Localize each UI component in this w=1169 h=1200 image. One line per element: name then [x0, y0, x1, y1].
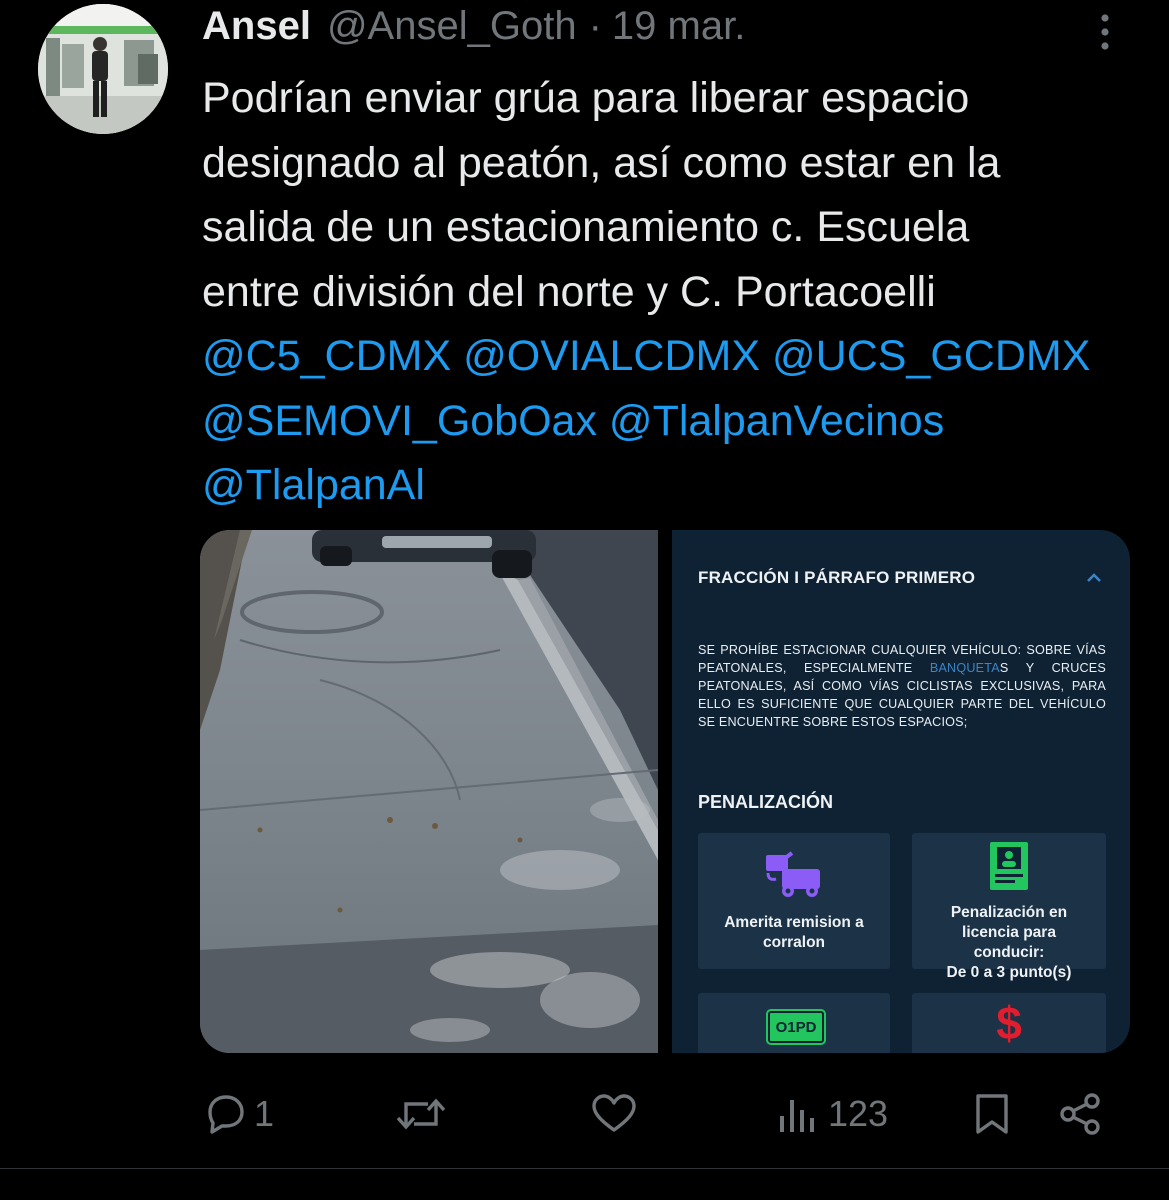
section-title: FRACCIÓN I PÁRRAFO PRIMERO: [698, 568, 976, 587]
license-plate-icon: O1PD: [766, 1009, 826, 1045]
tweet-text-line: designado al peatón, así como estar en l…: [202, 138, 1001, 187]
tweet-view: Ansel @Ansel_Goth · 19 mar. Podrían envi…: [0, 0, 1169, 1200]
views-button[interactable]: 123: [776, 1084, 888, 1144]
tow-truck-icon: [764, 851, 824, 906]
chevron-up-icon: [1082, 568, 1106, 588]
tweet-header: Ansel @Ansel_Goth · 19 mar.: [202, 4, 745, 60]
tweet-text-line: entre división del norte y C. Portacoell…: [202, 267, 936, 316]
license-label-line: licencia para: [962, 924, 1056, 941]
rule-text: SE PROHÍBE ESTACIONAR CUALQUIER VEHÍCULO…: [698, 641, 1106, 731]
reply-button[interactable]: 1: [202, 1084, 274, 1144]
license-label-line: De 0 a 3 punto(s): [946, 964, 1072, 981]
license-label-line: Penalización en: [950, 904, 1068, 921]
mention-link[interactable]: @C5_CDMX: [202, 332, 451, 380]
license-label-line: conducir:: [973, 944, 1045, 961]
share-icon: [1060, 1093, 1100, 1135]
more-options-icon[interactable]: [1090, 10, 1120, 54]
views-count: 123: [828, 1093, 889, 1134]
mention-link[interactable]: @OVIALCDMX: [463, 332, 760, 380]
mention-link[interactable]: @SEMOVI_GobOax: [202, 397, 597, 445]
mentions-line: @C5_CDMX @OVIALCDMX @UCS_GCDMX: [202, 324, 1162, 389]
author-name[interactable]: Ansel: [202, 4, 311, 49]
tweet-date[interactable]: 19 mar.: [612, 4, 745, 49]
author-avatar[interactable]: [38, 4, 168, 134]
penalty-card-license: Penalización en licencia para conducir: …: [912, 833, 1106, 981]
header-separator: ·: [588, 4, 602, 48]
mention-link[interactable]: @UCS_GCDMX: [772, 332, 1090, 380]
retweet-icon: [396, 1098, 446, 1130]
plate-text: O1PD: [775, 1018, 817, 1036]
share-button[interactable]: [1056, 1084, 1106, 1144]
heart-icon: [592, 1094, 636, 1132]
author-handle[interactable]: @Ansel_Goth: [327, 4, 577, 49]
penalty-card-tow: Amerita remision a corralon: [698, 833, 890, 969]
mentions-line: @SEMOVI_GobOax @TlalpanVecinos: [202, 389, 1162, 454]
reply-count: 1: [254, 1093, 275, 1134]
bookmark-icon: [976, 1094, 1008, 1134]
dollar-icon: $: [996, 997, 1022, 1049]
tow-label: Amerita remision a corralon: [724, 914, 864, 951]
penalty-title: PENALIZACIÓN: [698, 792, 833, 812]
media-gap: [658, 530, 672, 1053]
mention-link[interactable]: @TlalpanAl: [202, 461, 425, 509]
views-icon: [780, 1100, 814, 1132]
license-label: Penalización en licencia para conducir: …: [918, 903, 1100, 983]
rule-link: BANQUETA: [929, 661, 1000, 675]
tweet-text: Podrían enviar grúa para liberar espacio…: [202, 66, 1162, 518]
penalty-card-fine: $: [912, 993, 1106, 1053]
license-icon: [989, 841, 1029, 896]
penalty-card-plate: O1PD: [698, 993, 890, 1053]
mention-link[interactable]: @TlalpanVecinos: [609, 397, 944, 445]
tweet-media: FRACCIÓN I PÁRRAFO PRIMERO SE PROHÍBE ES…: [200, 530, 1130, 1053]
tweet-text-line: salida de un estacionamiento c. Escuela: [202, 203, 970, 251]
sidewalk-photo[interactable]: [200, 530, 659, 1053]
tweet-actions: 1 123: [0, 1084, 1169, 1144]
divider: [0, 1168, 1169, 1169]
bookmark-button[interactable]: [970, 1084, 1014, 1144]
reply-icon: [208, 1095, 244, 1134]
retweet-button[interactable]: [394, 1084, 454, 1144]
regulation-screenshot[interactable]: FRACCIÓN I PÁRRAFO PRIMERO SE PROHÍBE ES…: [672, 530, 1130, 1053]
mentions-line: @TlalpanAl: [202, 453, 1162, 518]
tweet-text-line: Podrían enviar grúa para liberar espacio: [202, 74, 970, 122]
like-button[interactable]: [590, 1084, 644, 1144]
